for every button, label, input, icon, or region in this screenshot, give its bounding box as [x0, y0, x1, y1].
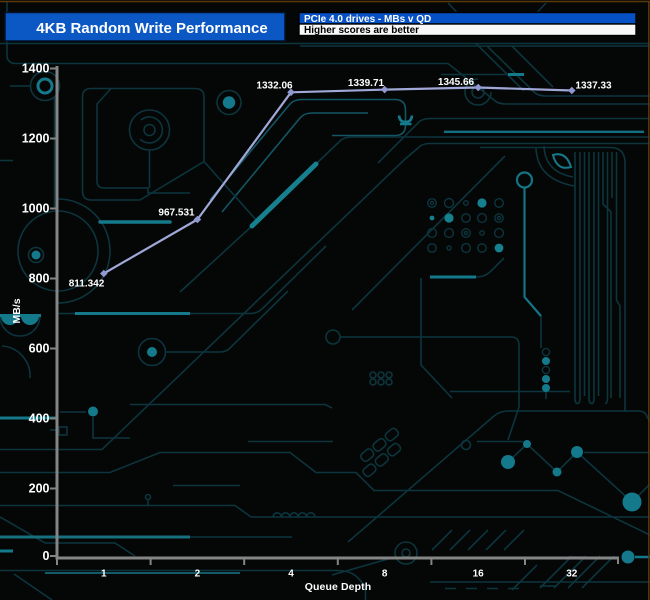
svg-text:1345.66: 1345.66 [438, 77, 475, 88]
svg-text:1332.06: 1332.06 [256, 81, 293, 92]
svg-text:1339.71: 1339.71 [348, 78, 385, 89]
svg-text:8: 8 [382, 569, 388, 580]
svg-text:0: 0 [43, 549, 50, 563]
svg-text:811.342: 811.342 [69, 279, 105, 290]
svg-text:600: 600 [29, 342, 50, 356]
svg-text:Queue Depth: Queue Depth [305, 581, 371, 593]
svg-text:1: 1 [101, 569, 107, 580]
svg-text:967.531: 967.531 [158, 208, 195, 219]
svg-text:MB/s: MB/s [11, 298, 23, 323]
svg-text:32: 32 [566, 569, 578, 580]
svg-text:200: 200 [29, 482, 50, 496]
svg-text:Higher scores are better: Higher scores are better [304, 25, 419, 36]
svg-text:PCIe 4.0 drives - MBs v QD: PCIe 4.0 drives - MBs v QD [304, 14, 431, 25]
svg-text:800: 800 [29, 272, 50, 286]
svg-text:1400: 1400 [22, 62, 50, 76]
svg-text:2: 2 [195, 569, 201, 580]
svg-text:4KB Random Write Performance: 4KB Random Write Performance [36, 20, 267, 37]
svg-text:1200: 1200 [22, 132, 50, 146]
svg-text:400: 400 [29, 412, 50, 426]
svg-text:1337.33: 1337.33 [575, 81, 612, 92]
svg-text:4: 4 [288, 569, 294, 580]
svg-text:16: 16 [473, 569, 485, 580]
svg-text:1000: 1000 [22, 202, 50, 216]
